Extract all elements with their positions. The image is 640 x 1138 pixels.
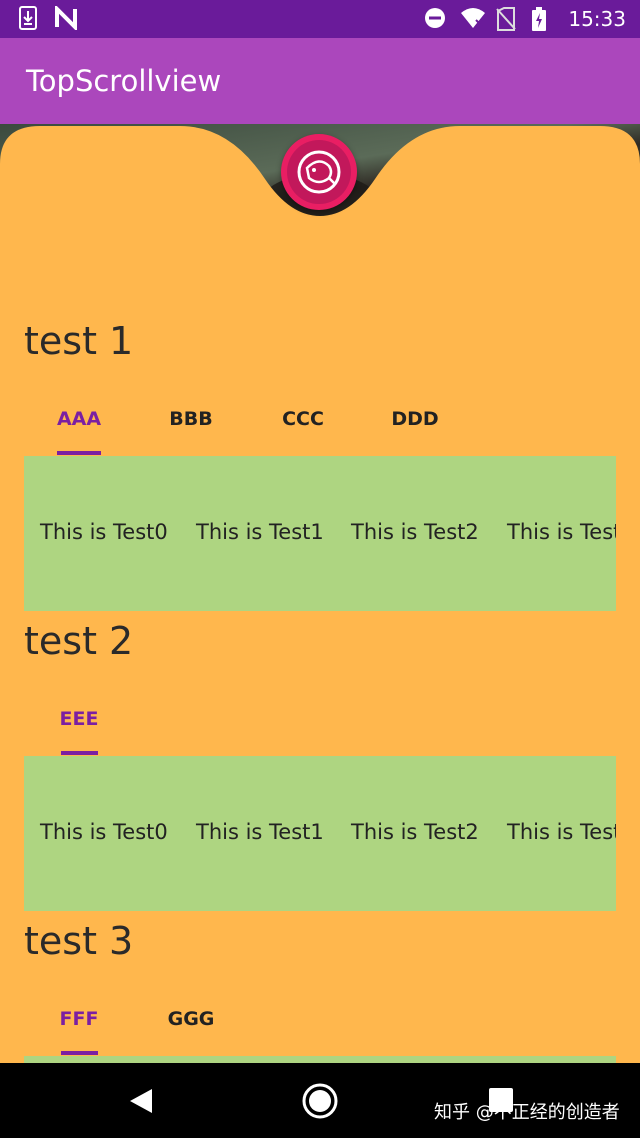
watermark: 知乎 @不正经的创造者 (434, 1102, 620, 1123)
tab-fff[interactable]: FFF (50, 1007, 108, 1031)
status-bar: 15:33 (0, 0, 640, 38)
back-icon[interactable] (128, 1087, 154, 1115)
list-item: This is Test (507, 520, 616, 544)
tab-bbb[interactable]: BBB (162, 407, 220, 431)
list-item: This is Test (507, 820, 616, 844)
tab-indicator (61, 751, 98, 755)
tab-ggg[interactable]: GGG (162, 1007, 220, 1031)
list-item: This is Test0 (40, 820, 168, 844)
do-not-disturb-icon (424, 7, 446, 31)
tab-aaa[interactable]: AAA (50, 407, 108, 431)
list-item: This is Test1 (196, 520, 324, 544)
section-title-test-1: test 1 (24, 319, 134, 363)
horizontal-scroll-panel[interactable]: This is Test0 This is Test1 This is Test… (24, 756, 616, 911)
list-item: This is Test2 (351, 520, 479, 544)
clock: 15:33 (568, 7, 626, 31)
fish-icon (297, 150, 341, 194)
tab-ddd[interactable]: DDD (386, 407, 444, 431)
section-title-test-2: test 2 (24, 619, 134, 663)
battery-charging-icon (532, 7, 554, 31)
fish-fab-button[interactable] (281, 134, 357, 210)
list-item: This is Test0 (40, 520, 168, 544)
horizontal-scroll-panel[interactable] (24, 1056, 616, 1063)
no-sim-icon (496, 7, 518, 31)
download-icon (18, 6, 40, 30)
wifi-icon (460, 7, 486, 31)
section-title-test-3: test 3 (24, 919, 134, 963)
app-title: TopScrollview (26, 64, 222, 98)
app-bar: TopScrollview (0, 38, 640, 124)
home-icon[interactable] (302, 1083, 338, 1119)
tab-ccc[interactable]: CCC (274, 407, 332, 431)
tab-indicator (61, 1051, 98, 1055)
tab-indicator (57, 451, 101, 455)
list-item: This is Test1 (196, 820, 324, 844)
list-item: This is Test2 (351, 820, 479, 844)
n-logo-icon (54, 4, 77, 32)
horizontal-scroll-panel[interactable]: This is Test0 This is Test1 This is Test… (24, 456, 616, 611)
tab-eee[interactable]: EEE (50, 707, 108, 731)
